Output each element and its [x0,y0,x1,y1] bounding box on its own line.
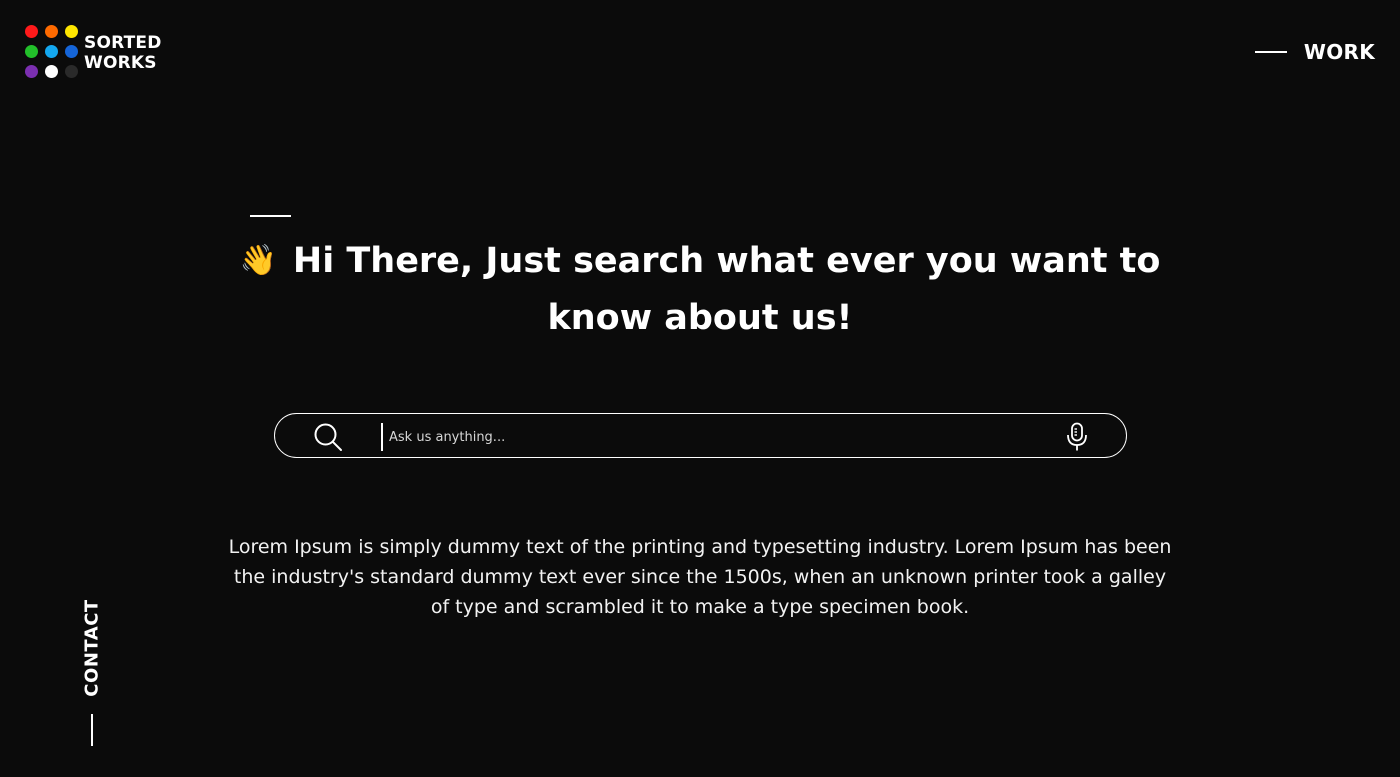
search-bar[interactable] [274,413,1127,458]
logo-dot [25,25,38,38]
brand-name: SORTED WORKS [84,33,162,73]
page: SORTED WORKS WORK CONTACT 👋 Hi There, Jus… [0,0,1400,777]
waving-hand-icon: 👋 [239,243,277,278]
nav-work-link[interactable]: WORK [1254,40,1375,64]
nav-work-dash [1254,51,1287,53]
brand-name-line2: WORKS [84,52,157,73]
logo-dot [65,45,78,58]
logo-dot [45,25,58,38]
logo-dot [25,45,38,58]
microphone-icon[interactable] [1065,422,1089,452]
nav-work-label: WORK [1303,40,1375,64]
logo-dots [25,25,78,78]
nav-contact-link[interactable]: CONTACT [68,599,116,750]
intro-paragraph: Lorem Ipsum is simply dummy text of the … [228,536,1172,618]
logo-dot [65,25,78,38]
brand-logo[interactable]: SORTED WORKS [25,25,162,78]
search-input[interactable] [381,423,1051,451]
search-icon[interactable] [313,422,343,452]
logo-dot [25,65,38,78]
nav-contact-dash [91,714,93,746]
hero-headline-text: Hi There, Just search what ever you want… [292,241,1161,338]
brand-name-line1: SORTED [84,32,162,53]
nav-contact-label: CONTACT [81,599,103,697]
logo-dot [65,65,78,78]
logo-dot [45,65,58,78]
hero-headline: 👋 Hi There, Just search what ever you wan… [230,232,1170,347]
logo-dot [45,45,58,58]
headline-accent-line [250,215,291,217]
